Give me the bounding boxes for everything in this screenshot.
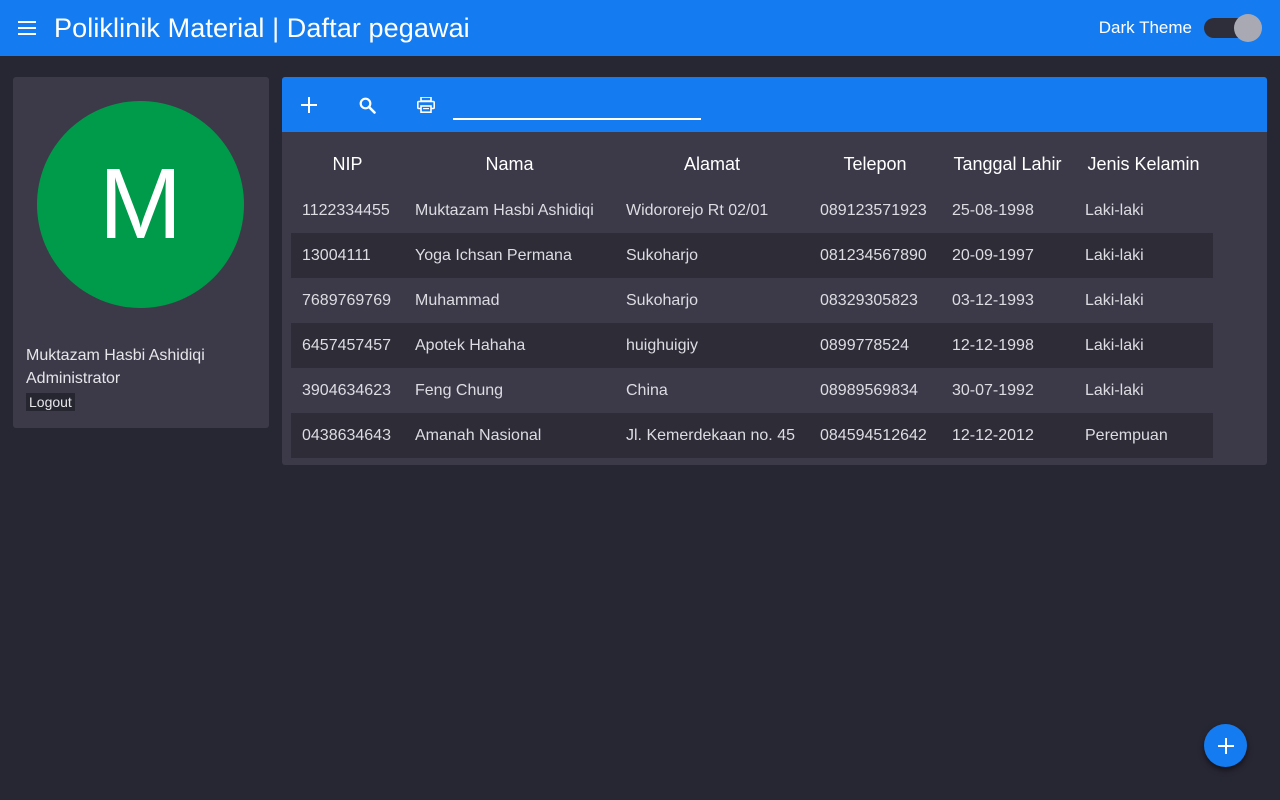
table-cell: 03-12-1993 [941, 278, 1074, 323]
table-cell: Yoga Ichsan Permana [404, 233, 615, 278]
table-row[interactable]: 3904634623 Feng Chung China 08989569834 30-0… [291, 368, 1213, 413]
table-cell: 08989569834 [809, 368, 941, 413]
table-cell: huighuigiy [615, 323, 809, 368]
table-cell: Laki-laki [1074, 233, 1213, 278]
table-cell: Widororejo Rt 02/01 [615, 188, 809, 233]
table-cell: 0438634643 [291, 413, 404, 458]
table-row[interactable]: 0438634643 Amanah Nasional Jl. Kemerdekaan… [291, 413, 1213, 458]
menu-icon [18, 21, 36, 35]
column-header[interactable]: NIP [291, 141, 404, 188]
table-cell: 0899778524 [809, 323, 941, 368]
table-cell: 08329305823 [809, 278, 941, 323]
table-cell: Amanah Nasional [404, 413, 615, 458]
table-cell: 13004111 [291, 233, 404, 278]
table-cell: Sukoharjo [615, 233, 809, 278]
table-cell: 20-09-1997 [941, 233, 1074, 278]
table-row[interactable]: 13004111 Yoga Ichsan Permana Sukoharjo 0812… [291, 233, 1213, 278]
table-cell: 7689769769 [291, 278, 404, 323]
column-header[interactable]: Alamat [615, 141, 809, 188]
table-cell: Muktazam Hasbi Ashidiqi [404, 188, 615, 233]
table-row[interactable]: 7689769769 Muhammad Sukoharjo 08329305823 03… [291, 278, 1213, 323]
profile-role: Administrator [26, 370, 121, 387]
table-row[interactable]: 1122334455 Muktazam Hasbi Ashidiqi Widoror… [291, 188, 1213, 233]
table-cell: 1122334455 [291, 188, 404, 233]
employee-table-card: NIP Nama Alamat Telepon Tanggal Lahir Jenis K… [282, 77, 1267, 465]
column-header[interactable]: Nama [404, 141, 615, 188]
table-cell: 089123571923 [809, 188, 941, 233]
table-toolbar [282, 77, 1267, 132]
table-cell: 25-08-1998 [941, 188, 1074, 233]
column-header[interactable]: Jenis Kelamin [1074, 141, 1213, 188]
menu-button[interactable] [0, 0, 54, 56]
floating-add-button[interactable] [1204, 724, 1247, 767]
table-cell: Laki-laki [1074, 188, 1213, 233]
employee-table: NIP Nama Alamat Telepon Tanggal Lahir Jenis K… [291, 141, 1213, 458]
table-cell: 081234567890 [809, 233, 941, 278]
page-title: Poliklinik Material | Daftar pegawai [54, 12, 470, 43]
print-icon [417, 97, 435, 113]
table-cell: Laki-laki [1074, 278, 1213, 323]
search-button[interactable] [353, 91, 381, 119]
avatar: M [37, 101, 244, 308]
theme-label: Dark Theme [1098, 18, 1192, 37]
logout-button[interactable]: Logout [26, 393, 75, 411]
print-button[interactable] [412, 91, 440, 119]
table-cell: Sukoharjo [615, 278, 809, 323]
theme-toggle-group: Dark Theme [1098, 0, 1262, 56]
table-cell: Apotek Hahaha [404, 323, 615, 368]
table-cell: Laki-laki [1074, 368, 1213, 413]
table-cell: Perempuan [1074, 413, 1213, 458]
table-cell: Laki-laki [1074, 323, 1213, 368]
add-button[interactable] [295, 91, 323, 119]
table-cell: 30-07-1992 [941, 368, 1074, 413]
column-header[interactable]: Telepon [809, 141, 941, 188]
table-header-row: NIP Nama Alamat Telepon Tanggal Lahir Jenis K… [291, 141, 1213, 188]
table-cell: 6457457457 [291, 323, 404, 368]
app-bar: Poliklinik Material | Daftar pegawai Dar… [0, 0, 1280, 56]
table-row[interactable]: 6457457457 Apotek Hahaha huighuigiy 0899778… [291, 323, 1213, 368]
profile-name: Muktazam Hasbi Ashidiqi [26, 347, 205, 364]
table-cell: 12-12-2012 [941, 413, 1074, 458]
search-input[interactable] [453, 89, 701, 120]
switch-thumb [1234, 14, 1262, 42]
table-cell: Muhammad [404, 278, 615, 323]
plus-icon [301, 97, 317, 113]
table-cell: Jl. Kemerdekaan no. 45 [615, 413, 809, 458]
plus-icon [1217, 737, 1234, 754]
table-cell: 3904634623 [291, 368, 404, 413]
table-cell: China [615, 368, 809, 413]
table-cell: Feng Chung [404, 368, 615, 413]
table-body: 1122334455 Muktazam Hasbi Ashidiqi Widoror… [291, 188, 1213, 458]
table-cell: 12-12-1998 [941, 323, 1074, 368]
search-icon [359, 97, 376, 114]
profile-card: M Muktazam Hasbi Ashidiqi Administrator … [13, 77, 269, 428]
table-cell: 084594512642 [809, 413, 941, 458]
column-header[interactable]: Tanggal Lahir [941, 141, 1074, 188]
dark-theme-switch[interactable] [1204, 14, 1262, 42]
